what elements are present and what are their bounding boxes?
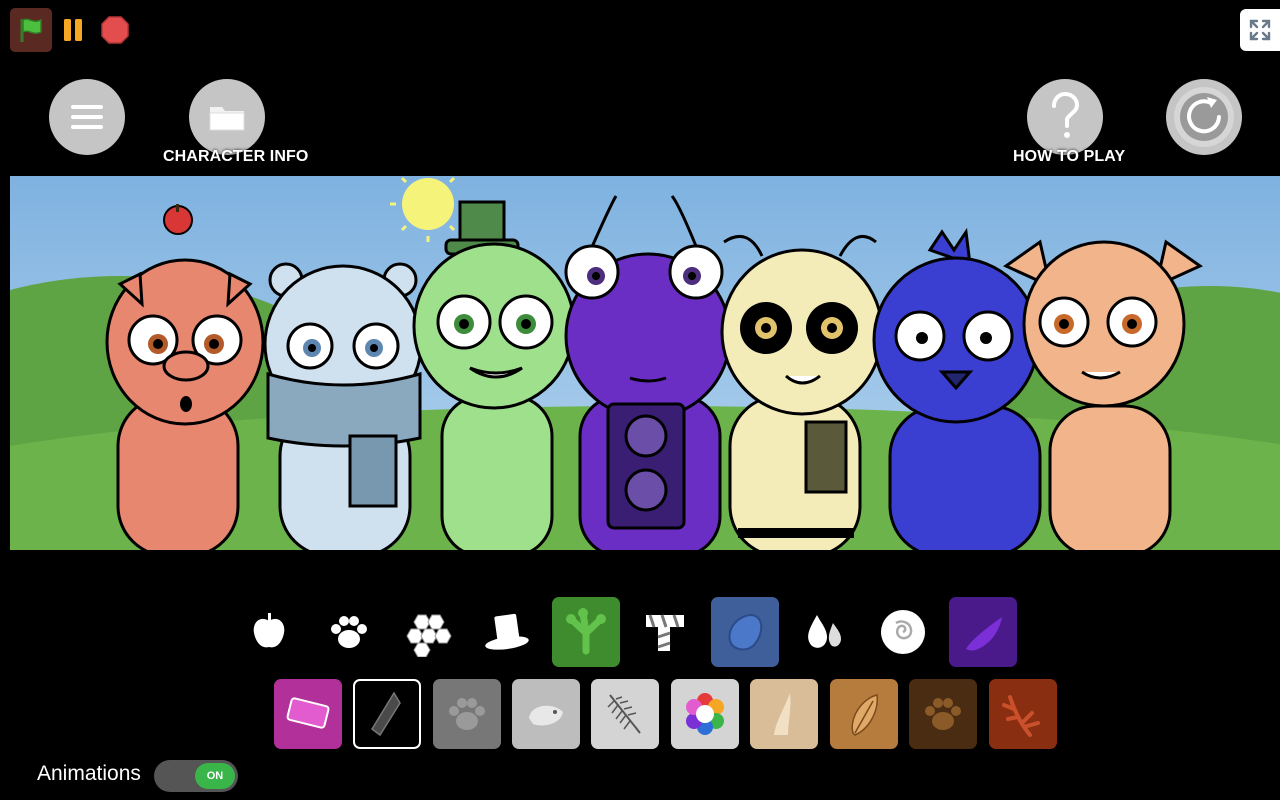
palette-striped-scarf[interactable] bbox=[631, 597, 699, 667]
refresh-icon bbox=[1174, 87, 1234, 147]
palette-water-drops[interactable] bbox=[790, 597, 858, 667]
animations-toggle[interactable]: ON bbox=[154, 760, 238, 792]
top-hat-icon bbox=[485, 613, 529, 650]
animations-toggle-state: ON bbox=[195, 763, 235, 789]
purple-feather-icon bbox=[966, 617, 1002, 651]
character-polar-bear[interactable] bbox=[263, 262, 423, 550]
brown-paw-icon bbox=[925, 698, 961, 730]
pause-button[interactable] bbox=[56, 10, 90, 50]
fullscreen-button[interactable] bbox=[1240, 9, 1280, 51]
pause-icon bbox=[64, 19, 82, 41]
folder-icon bbox=[209, 107, 245, 131]
reset-button[interactable] bbox=[1166, 79, 1242, 155]
palette-fern[interactable] bbox=[591, 679, 659, 749]
menu-button[interactable] bbox=[49, 79, 125, 155]
pink-eraser-icon bbox=[286, 697, 330, 729]
frog-foot-icon bbox=[566, 608, 606, 655]
palette-purple-feather[interactable] bbox=[949, 597, 1017, 667]
paw-icon bbox=[331, 616, 367, 648]
stop-button[interactable] bbox=[98, 10, 132, 50]
animations-label: Animations bbox=[37, 762, 141, 785]
horn-icon bbox=[774, 693, 791, 735]
question-mark-icon bbox=[1052, 92, 1080, 138]
character-info-button[interactable] bbox=[189, 79, 265, 155]
stage: CHARACTER INFO HOW TO PLAY Animations ON bbox=[10, 62, 1280, 800]
brown-feather-icon bbox=[851, 694, 878, 736]
striped-scarf-icon bbox=[646, 614, 684, 651]
top-control-bar bbox=[0, 0, 1280, 62]
palette-honeycomb[interactable] bbox=[394, 597, 462, 667]
fern-icon bbox=[607, 694, 641, 734]
palette-top-hat[interactable] bbox=[473, 597, 541, 667]
gray-paw-icon bbox=[449, 698, 485, 730]
palette-antler[interactable] bbox=[989, 679, 1057, 749]
honeycomb-icon bbox=[406, 614, 452, 657]
palette-frog-foot[interactable] bbox=[552, 597, 620, 667]
green-flag-icon bbox=[20, 18, 42, 42]
antler-icon bbox=[1002, 695, 1040, 737]
hamburger-menu-icon bbox=[71, 105, 103, 129]
water-drops-icon bbox=[808, 615, 841, 648]
palette-rainbow-flower[interactable] bbox=[671, 679, 739, 749]
palette-fish[interactable] bbox=[512, 679, 580, 749]
palette-paw[interactable] bbox=[315, 597, 383, 667]
fullscreen-icon bbox=[1249, 19, 1271, 41]
character-scene bbox=[10, 176, 1280, 550]
swirl-icon bbox=[881, 610, 925, 654]
stop-icon bbox=[101, 16, 129, 44]
palette-brown-feather[interactable] bbox=[830, 679, 898, 749]
palette-gray-paw[interactable] bbox=[433, 679, 501, 749]
palette-swirl[interactable] bbox=[869, 597, 937, 667]
palette-horn[interactable] bbox=[750, 679, 818, 749]
how-to-play-label: HOW TO PLAY bbox=[1013, 148, 1126, 165]
green-flag-button[interactable] bbox=[10, 8, 52, 52]
apple-icon bbox=[253, 613, 285, 648]
how-to-play-button[interactable] bbox=[1027, 79, 1103, 155]
blue-stone-icon bbox=[728, 613, 763, 651]
palette-pink-eraser[interactable] bbox=[274, 679, 342, 749]
crystal-icon bbox=[371, 691, 401, 737]
character-info-label: CHARACTER INFO bbox=[163, 148, 309, 165]
palette-brown-paw[interactable] bbox=[909, 679, 977, 749]
palette-crystal-selected[interactable] bbox=[353, 679, 421, 749]
fish-icon bbox=[529, 705, 563, 726]
palette-apple[interactable] bbox=[235, 597, 303, 667]
rainbow-flower-icon bbox=[686, 693, 724, 735]
palette-blue-stone[interactable] bbox=[711, 597, 779, 667]
